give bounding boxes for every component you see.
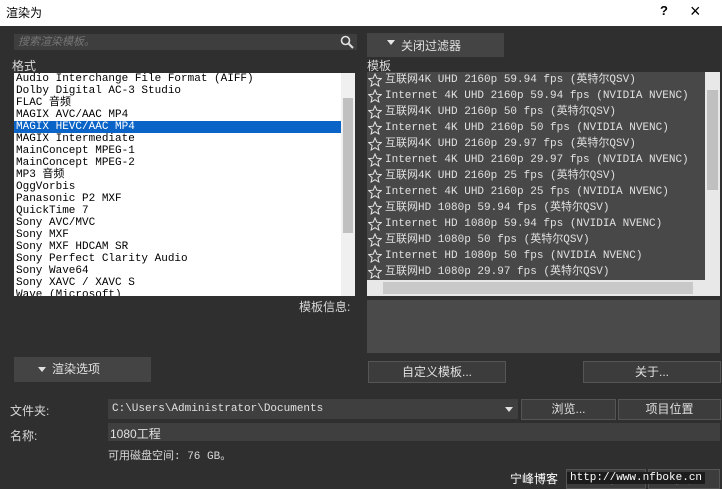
template-search <box>14 34 357 50</box>
format-list-item[interactable]: Sony MXF HDCAM SR <box>14 241 343 253</box>
template-list[interactable]: 互联网4K UHD 2160p 59.94 fps (英特尔QSV) Intern… <box>367 72 720 296</box>
format-list-item[interactable]: MAGIX Intermediate <box>14 133 343 145</box>
format-list-item[interactable]: FLAC 音频 <box>14 97 343 109</box>
template-list-item[interactable]: 互联网4K UHD 2160p 59.94 fps (英特尔QSV) <box>367 72 705 88</box>
render-options-label: 渲染选项 <box>52 362 101 376</box>
star-icon[interactable] <box>368 137 382 151</box>
template-info-box <box>367 300 720 353</box>
template-list-item[interactable]: Internet 4K UHD 2160p 29.97 fps (NVIDIA … <box>367 152 705 168</box>
template-name: Internet 4K UHD 2160p 50 fps (NVIDIA NVE… <box>385 122 669 134</box>
format-list-item[interactable]: Wave (Microsoft) <box>14 289 343 296</box>
help-button[interactable]: ? <box>660 3 668 18</box>
format-list-item[interactable]: MP3 音频 <box>14 169 343 181</box>
template-horizontal-scrollbar[interactable] <box>367 280 720 296</box>
star-icon[interactable] <box>368 201 382 215</box>
template-name: Internet 4K UHD 2160p 25 fps (NVIDIA NVE… <box>385 186 669 198</box>
format-list[interactable]: Audio Interchange File Format (AIFF) Dolb… <box>14 73 355 296</box>
custom-template-button[interactable]: 自定义模板... <box>368 361 506 383</box>
format-list-item[interactable]: MainConcept MPEG-2 <box>14 157 343 169</box>
template-list-item[interactable]: Internet 4K UHD 2160p 50 fps (NVIDIA NVE… <box>367 120 705 136</box>
template-name: Internet HD 1080p 59.94 fps (NVIDIA NVEN… <box>385 218 663 230</box>
star-icon[interactable] <box>368 89 382 103</box>
close-filter-button[interactable]: 关闭过滤器 <box>367 33 504 57</box>
star-icon[interactable] <box>368 169 382 183</box>
star-icon[interactable] <box>368 265 382 279</box>
close-button[interactable]: × <box>690 1 701 22</box>
format-list-item[interactable]: OggVorbis <box>14 181 343 193</box>
render-options-button[interactable]: 渲染选项 <box>14 357 151 382</box>
star-icon[interactable] <box>368 153 382 167</box>
template-list-item[interactable]: Internet 4K UHD 2160p 59.94 fps (NVIDIA … <box>367 88 705 104</box>
template-info-label: 模板信息: <box>299 300 351 314</box>
format-list-item[interactable]: Sony AVC/MVC <box>14 217 343 229</box>
template-list-item[interactable]: 互联网4K UHD 2160p 25 fps (英特尔QSV) <box>367 168 705 184</box>
project-location-button[interactable]: 项目位置 <box>618 399 721 420</box>
template-list-item[interactable]: 互联网4K UHD 2160p 29.97 fps (英特尔QSV) <box>367 136 705 152</box>
star-icon[interactable] <box>368 73 382 87</box>
dropdown-arrow-icon <box>387 40 395 45</box>
about-button[interactable]: 关于... <box>583 361 721 383</box>
title-bar: 渲染为 ? × <box>0 0 722 26</box>
format-list-item[interactable]: Audio Interchange File Format (AIFF) <box>14 73 343 85</box>
template-name: 互联网4K UHD 2160p 50 fps (英特尔QSV) <box>385 106 617 118</box>
format-label: 格式 <box>12 59 37 73</box>
folder-path: C:\Users\Administrator\Documents <box>112 403 324 415</box>
template-list-item[interactable]: 互联网4K UHD 2160p 50 fps (英特尔QSV) <box>367 104 705 120</box>
folder-label: 文件夹: <box>10 404 50 418</box>
format-list-item[interactable]: Sony XAVC / XAVC S <box>14 277 343 289</box>
template-list-item[interactable]: 互联网HD 1080p 59.94 fps (英特尔QSV) <box>367 200 705 216</box>
folder-field[interactable]: C:\Users\Administrator\Documents <box>108 399 518 419</box>
template-list-item[interactable]: Internet 4K UHD 2160p 25 fps (NVIDIA NVE… <box>367 184 705 200</box>
format-list-item[interactable]: MAGIX AVC/AAC MP4 <box>14 109 343 121</box>
template-list-item[interactable]: 互联网HD 1080p 50 fps (英特尔QSV) <box>367 232 705 248</box>
search-icon[interactable] <box>340 35 354 52</box>
template-name: 互联网HD 1080p 50 fps (英特尔QSV) <box>385 234 590 246</box>
format-list-item[interactable]: Sony MXF <box>14 229 343 241</box>
template-scrollbar[interactable] <box>705 72 720 280</box>
window-title: 渲染为 <box>6 6 43 20</box>
template-name: Internet 4K UHD 2160p 29.97 fps (NVIDIA … <box>385 154 689 166</box>
template-list-item[interactable]: Internet HD 1080p 59.94 fps (NVIDIA NVEN… <box>367 216 705 232</box>
star-icon[interactable] <box>368 217 382 231</box>
format-list-item[interactable]: MAGIX HEVC/AAC MP4 <box>14 121 343 133</box>
template-name: 互联网4K UHD 2160p 59.94 fps (英特尔QSV) <box>385 74 636 86</box>
template-name: 互联网4K UHD 2160p 29.97 fps (英特尔QSV) <box>385 138 636 150</box>
template-name: 互联网HD 1080p 29.97 fps (英特尔QSV) <box>385 266 610 278</box>
folder-dropdown-icon[interactable] <box>505 407 513 412</box>
star-icon[interactable] <box>368 105 382 119</box>
name-value: 1080工程 <box>110 427 161 441</box>
format-list-item[interactable]: Panasonic P2 MXF <box>14 193 343 205</box>
star-icon[interactable] <box>368 249 382 263</box>
format-list-item[interactable]: MainConcept MPEG-1 <box>14 145 343 157</box>
name-label: 名称: <box>10 429 38 443</box>
template-list-item[interactable]: 互联网HD 1080p 29.97 fps (英特尔QSV) <box>367 264 705 280</box>
star-icon[interactable] <box>368 233 382 247</box>
format-list-item[interactable]: Dolby Digital AC-3 Studio <box>14 85 343 97</box>
format-scrollbar[interactable] <box>341 73 355 296</box>
expand-arrow-icon <box>38 367 46 372</box>
format-list-item[interactable]: Sony Perfect Clarity Audio <box>14 253 343 265</box>
star-icon[interactable] <box>368 121 382 135</box>
template-name: Internet HD 1080p 50 fps (NVIDIA NVENC) <box>385 250 643 262</box>
format-list-item[interactable]: QuickTime 7 <box>14 205 343 217</box>
format-list-item[interactable]: Sony Wave64 <box>14 265 343 277</box>
star-icon[interactable] <box>368 185 382 199</box>
browse-button[interactable]: 浏览... <box>521 399 616 420</box>
watermark-name: 宁峰博客 <box>510 472 559 486</box>
name-field[interactable]: 1080工程 <box>108 423 720 441</box>
close-filter-label: 关闭过滤器 <box>401 39 462 53</box>
search-input[interactable] <box>18 34 318 50</box>
disk-space-info: 可用磁盘空间: 76 GB。 <box>108 451 232 463</box>
template-name: 互联网HD 1080p 59.94 fps (英特尔QSV) <box>385 202 610 214</box>
watermark-url: http://www.nfboke.cn <box>567 472 706 484</box>
template-name: Internet 4K UHD 2160p 59.94 fps (NVIDIA … <box>385 90 689 102</box>
template-name: 互联网4K UHD 2160p 25 fps (英特尔QSV) <box>385 170 617 182</box>
template-list-item[interactable]: Internet HD 1080p 50 fps (NVIDIA NVENC) <box>367 248 705 264</box>
